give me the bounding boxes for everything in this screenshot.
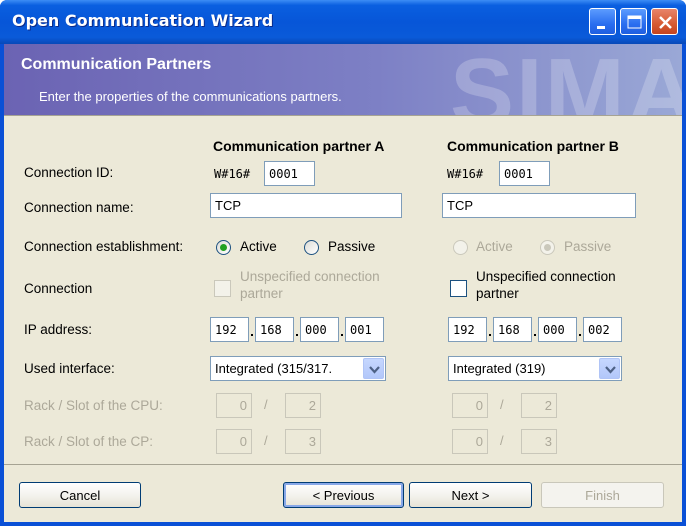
partner-b-unspecified-label-line2: partner: [476, 286, 519, 301]
partner-b-interface-select[interactable]: Integrated (319): [448, 356, 622, 381]
partner-b-passive-radio[interactable]: [540, 240, 555, 255]
slash-separator: /: [500, 433, 504, 448]
partner-a-connection-name-input[interactable]: TCP: [210, 193, 402, 218]
connection-label: Connection: [24, 281, 93, 296]
wizard-content: SIMA Communication Partners Enter the pr…: [4, 44, 682, 522]
partner-a-active-radio[interactable]: [216, 240, 231, 255]
partner-a-ip-octet-1[interactable]: 192: [210, 317, 249, 342]
partner-b-unspecified-label-line1: Unspecified connection: [476, 269, 616, 284]
partner-a-active-label: Active: [240, 239, 277, 254]
close-icon: [659, 16, 672, 29]
partner-a-ip-octet-3[interactable]: 000: [300, 317, 339, 342]
connection-name-label: Connection name:: [24, 200, 134, 215]
partner-a-passive-radio[interactable]: [304, 240, 319, 255]
rack-slot-cp-label: Rack / Slot of the CP:: [24, 434, 154, 449]
partner-a-ip-octet-2[interactable]: 168: [255, 317, 294, 342]
cancel-button[interactable]: Cancel: [19, 482, 141, 508]
banner-watermark: SIMA: [450, 44, 682, 115]
partner-a-cp-slot-input[interactable]: 3: [285, 429, 321, 454]
banner-title: Communication Partners: [21, 56, 212, 73]
title-bar[interactable]: Open Communication Wizard: [0, 0, 686, 44]
partner-b-connection-id-input[interactable]: 0001: [499, 161, 550, 186]
partner-a-unspecified-label-line2: partner: [240, 286, 283, 301]
partner-a-interface-dropdown-button[interactable]: [363, 358, 384, 379]
partner-b-unspecified-checkbox[interactable]: [450, 280, 467, 297]
partner-a-ip-octet-4[interactable]: 001: [345, 317, 384, 342]
partner-b-interface-value: Integrated (319): [453, 361, 546, 376]
slash-separator: /: [264, 433, 268, 448]
banner-subtitle: Enter the properties of the communicatio…: [39, 89, 342, 104]
partner-a-connection-id-input[interactable]: 0001: [264, 161, 315, 186]
next-button[interactable]: Next >: [409, 482, 532, 508]
rack-slot-cpu-label: Rack / Slot of the CPU:: [24, 398, 163, 413]
window-title: Open Communication Wizard: [12, 11, 274, 30]
partner-b-cpu-slot-input[interactable]: 2: [521, 393, 557, 418]
partner-b-active-label: Active: [476, 239, 513, 254]
minimize-button[interactable]: [589, 8, 616, 35]
partner-a-cp-rack-input[interactable]: 0: [216, 429, 252, 454]
partner-a-passive-label: Passive: [328, 239, 376, 254]
maximize-icon: [627, 15, 642, 29]
partner-a-id-prefix: W#16#: [214, 167, 251, 181]
partner-a-unspecified-label-line1: Unspecified connection: [240, 269, 380, 284]
partner-b-cpu-rack-input[interactable]: 0: [452, 393, 488, 418]
maximize-button[interactable]: [620, 8, 647, 35]
wizard-banner: SIMA Communication Partners Enter the pr…: [4, 44, 682, 115]
minimize-icon: [597, 26, 605, 29]
banner-divider: [4, 115, 682, 116]
slash-separator: /: [264, 397, 268, 412]
partner-b-cp-slot-input[interactable]: 3: [521, 429, 557, 454]
partner-b-cp-rack-input[interactable]: 0: [452, 429, 488, 454]
partner-b-id-prefix: W#16#: [447, 167, 484, 181]
wizard-window: Open Communication Wizard SIMA Communica…: [0, 0, 686, 526]
wizard-footer: Cancel < Previous Next > Finish: [4, 465, 682, 522]
partner-a-cpu-slot-input[interactable]: 2: [285, 393, 321, 418]
partner-b-passive-label: Passive: [564, 239, 612, 254]
partner-b-ip-octet-2[interactable]: 168: [493, 317, 532, 342]
partner-b-ip-octet-3[interactable]: 000: [538, 317, 577, 342]
partner-b-ip-octet-1[interactable]: 192: [448, 317, 487, 342]
partner-a-unspecified-checkbox[interactable]: [214, 280, 231, 297]
connection-establishment-label: Connection establishment:: [24, 239, 184, 254]
close-button[interactable]: [651, 8, 678, 35]
partner-b-heading: Communication partner B: [447, 138, 619, 154]
partner-b-ip-octet-4[interactable]: 002: [583, 317, 622, 342]
connection-id-label: Connection ID:: [24, 165, 114, 180]
partner-a-heading: Communication partner A: [213, 138, 385, 154]
chevron-down-icon: [605, 366, 616, 374]
used-interface-label: Used interface:: [24, 361, 115, 376]
partner-b-active-radio[interactable]: [453, 240, 468, 255]
partner-a-interface-value: Integrated (315/317.: [215, 361, 333, 376]
ip-address-label: IP address:: [24, 322, 93, 337]
partner-b-connection-name-input[interactable]: TCP: [442, 193, 636, 218]
partner-a-interface-select[interactable]: Integrated (315/317.: [210, 356, 386, 381]
partner-b-interface-dropdown-button[interactable]: [599, 358, 620, 379]
partner-a-cpu-rack-input[interactable]: 0: [216, 393, 252, 418]
slash-separator: /: [500, 397, 504, 412]
finish-button[interactable]: Finish: [541, 482, 664, 508]
chevron-down-icon: [369, 366, 380, 374]
previous-button[interactable]: < Previous: [283, 482, 404, 508]
